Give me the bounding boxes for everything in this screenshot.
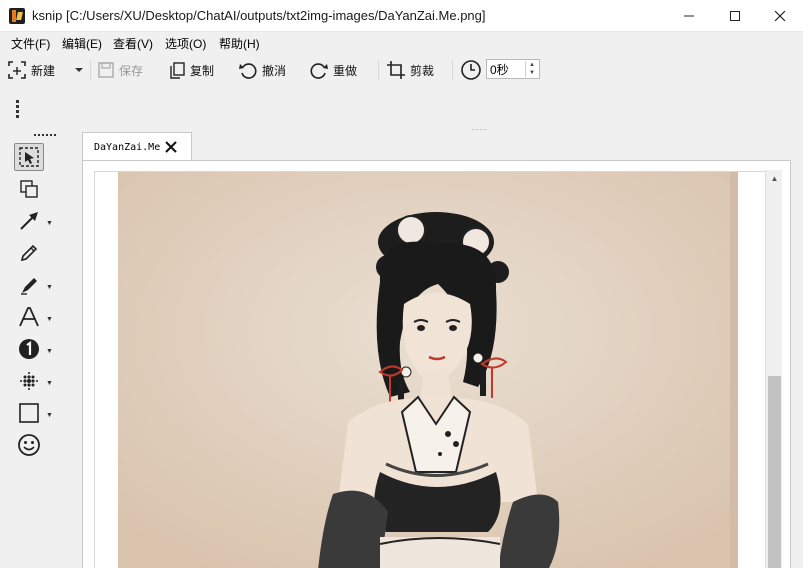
arrow-tool-button[interactable] — [14, 207, 44, 235]
tab-close-icon[interactable] — [164, 140, 178, 154]
undo-button[interactable]: 撤消 — [238, 58, 286, 82]
rectangle-tool-button[interactable] — [14, 399, 44, 427]
title-bar: ksnip [C:/Users/XU/Desktop/ChatAI/output… — [0, 0, 803, 32]
crop-button[interactable]: 剪裁 — [386, 58, 434, 82]
chevron-down-icon[interactable]: ▼ — [46, 220, 54, 228]
blur-icon — [20, 372, 38, 390]
crop-icon — [387, 61, 405, 79]
sidebar-grip-handle[interactable] — [34, 134, 56, 138]
select-icon — [19, 147, 39, 167]
clock-icon — [461, 60, 481, 80]
copy-icon — [170, 62, 185, 79]
new-button[interactable]: 新建 — [7, 58, 55, 82]
save-button[interactable]: 保存 — [97, 58, 143, 82]
minimize-button[interactable] — [666, 0, 712, 32]
number-icon — [19, 339, 39, 359]
new-dropdown-button[interactable] — [74, 58, 88, 82]
maximize-button[interactable] — [712, 0, 758, 32]
toolbar-separator — [452, 60, 453, 80]
scroll-up-icon[interactable]: ▲ — [766, 170, 783, 187]
save-button-label: 保存 — [119, 63, 144, 78]
spin-arrows[interactable]: ▲ ▼ — [525, 61, 538, 77]
pen-icon — [20, 244, 38, 262]
blur-tool-button[interactable] — [14, 367, 44, 395]
menu-options[interactable]: 选项(O) — [165, 35, 206, 52]
duplicate-tool-button[interactable] — [14, 175, 44, 203]
screenshot-image — [118, 172, 738, 568]
scrollbar-thumb[interactable] — [768, 376, 781, 568]
tab-dayanzai[interactable]: DaYanZai.Me — [82, 132, 192, 161]
menu-bar: 文件(F) 编辑(E) 查看(V) 选项(O) 帮助(H) — [0, 32, 803, 52]
redo-icon — [310, 63, 328, 79]
vertical-scrollbar[interactable]: ▲ — [765, 170, 782, 568]
maximize-icon — [730, 11, 740, 21]
annotation-canvas[interactable] — [94, 171, 768, 568]
close-icon — [774, 10, 786, 22]
menu-file[interactable]: 文件(F) — [11, 35, 50, 52]
chevron-down-icon[interactable]: ▼ — [46, 348, 54, 356]
delay-spinbox[interactable]: 0秒 ▲ ▼ — [486, 59, 540, 79]
duplicate-icon — [20, 180, 38, 198]
spin-down-icon[interactable]: ▼ — [529, 70, 535, 76]
menu-edit[interactable]: 编辑(E) — [62, 35, 102, 52]
marker-icon — [21, 278, 37, 295]
toolbar-separator — [378, 60, 379, 80]
delay-clock — [460, 58, 486, 82]
select-tool-button[interactable] — [14, 143, 44, 171]
copy-button-label: 复制 — [190, 63, 215, 78]
main-toolbar: 新建 保存 复制 撤消 重做 剪裁 0秒 ▲ ▼ — [0, 52, 803, 88]
new-capture-icon — [8, 61, 26, 79]
chevron-down-icon[interactable]: ▼ — [46, 316, 54, 324]
tab-label: DaYanZai.Me — [94, 141, 161, 153]
minimize-icon — [684, 15, 694, 17]
close-button[interactable] — [757, 0, 803, 32]
undo-icon — [239, 63, 257, 79]
crop-button-label: 剪裁 — [410, 63, 435, 78]
text-tool-button[interactable] — [14, 303, 44, 331]
document-tab-area: DaYanZai.Me — [82, 132, 803, 568]
undo-button-label: 撤消 — [262, 63, 287, 78]
redo-button[interactable]: 重做 — [309, 58, 357, 82]
menu-view[interactable]: 查看(V) — [113, 35, 153, 52]
arrow-icon — [20, 212, 38, 230]
ink-painting-illustration — [118, 172, 738, 568]
chevron-down-icon[interactable]: ▼ — [46, 380, 54, 388]
sticker-tool-button[interactable] — [14, 431, 44, 459]
chevron-down-icon[interactable]: ▼ — [46, 284, 54, 292]
menu-help[interactable]: 帮助(H) — [219, 35, 260, 52]
toolbar-grip-handle[interactable] — [16, 100, 20, 122]
copy-button[interactable]: 复制 — [168, 58, 214, 82]
save-icon — [98, 62, 114, 78]
sticker-icon — [18, 434, 40, 456]
rectangle-icon — [19, 403, 39, 423]
ksnip-app-icon — [9, 8, 25, 24]
redo-button-label: 重做 — [333, 63, 358, 78]
toolbar-separator — [90, 60, 91, 80]
pen-tool-button[interactable] — [14, 239, 44, 267]
number-tool-button[interactable] — [14, 335, 44, 363]
text-icon — [19, 307, 39, 327]
window-title: ksnip [C:/Users/XU/Desktop/ChatAI/output… — [32, 8, 486, 23]
chevron-down-icon — [75, 68, 83, 72]
annotation-tool-sidebar: ▼ ▼ ▼ ▼ ▼ ▼ — [0, 140, 64, 568]
chevron-down-icon[interactable]: ▼ — [46, 412, 54, 420]
marker-tool-button[interactable] — [14, 271, 44, 299]
new-button-label: 新建 — [31, 63, 56, 78]
tab-content-pane — [82, 160, 791, 568]
delay-value: 0秒 — [490, 62, 509, 77]
spin-up-icon[interactable]: ▲ — [529, 62, 535, 68]
